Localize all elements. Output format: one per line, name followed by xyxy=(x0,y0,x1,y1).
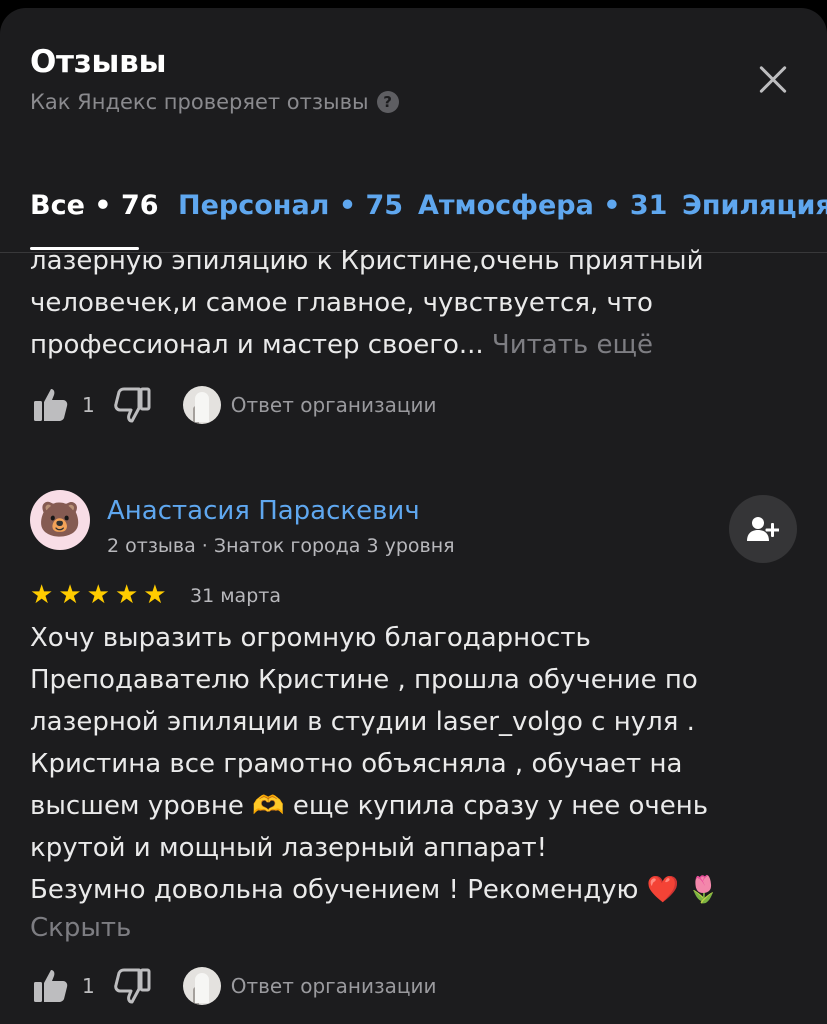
star-icon: ★ xyxy=(114,580,139,610)
org-reply-button[interactable]: Ответ организации xyxy=(182,967,437,1005)
review-check-label: Как Яндекс проверяет отзывы xyxy=(30,90,369,114)
review-check-link[interactable]: Как Яндекс проверяет отзывы ? xyxy=(30,90,399,114)
author-meta: 2 отзыва · Знаток города 3 уровня xyxy=(107,535,455,557)
page-title: Отзывы xyxy=(30,44,167,80)
text-line: крутой и мощный лазерный аппарат! xyxy=(30,833,548,863)
add-user-icon xyxy=(747,517,779,541)
avatar[interactable]: 🐻 xyxy=(30,490,90,550)
thumbs-up-icon xyxy=(34,970,68,1002)
review-text: Хочу выразить огромную благодарность Пре… xyxy=(30,617,720,911)
org-reply-label: Ответ организации xyxy=(230,974,437,998)
text-line: высшем уровне 🫶 еще купила сразу у нее о… xyxy=(30,791,709,821)
close-icon[interactable] xyxy=(751,58,795,102)
author-name[interactable]: Анастасия Параскевич xyxy=(107,496,420,526)
text-line: лазерную эпиляцию к Кристине,очень прият… xyxy=(30,246,704,276)
text-line: Преподавателю Кристине , прошла обучение… xyxy=(30,665,698,695)
tab-all[interactable]: Все • 76 xyxy=(30,190,159,221)
like-button[interactable]: 1 xyxy=(30,966,95,1006)
text-line: профессионал и мастер своего... Читать е… xyxy=(30,324,703,366)
text-line: лазерной эпиляции в студии laser_volgo с… xyxy=(30,707,695,737)
review-date: 31 марта xyxy=(190,585,281,607)
thumbs-up-icon xyxy=(34,389,68,421)
dislike-button[interactable] xyxy=(113,385,153,425)
star-icon: ★ xyxy=(58,580,82,610)
star-icon: ★ xyxy=(143,580,167,610)
org-avatar xyxy=(182,386,221,424)
tab-atmosphere[interactable]: Атмосфера • 31 xyxy=(418,190,667,221)
bear-emoji-icon: 🐻 xyxy=(38,500,82,540)
follow-user-button[interactable] xyxy=(729,495,797,563)
thumbs-down-icon xyxy=(113,387,151,423)
org-reply-label: Ответ организации xyxy=(230,393,437,417)
reviews-sheet: Отзывы Как Яндекс проверяет отзывы ? Все… xyxy=(0,8,827,1024)
like-count: 1 xyxy=(82,974,95,998)
hide-link[interactable]: Скрыть xyxy=(30,913,131,943)
text-line: Безумно довольна обучением ! Рекомендую … xyxy=(30,875,720,905)
read-more-link[interactable]: Читать ещё xyxy=(492,330,653,360)
dislike-button[interactable] xyxy=(113,966,153,1006)
thumbs-down-icon xyxy=(113,968,151,1004)
like-count: 1 xyxy=(82,393,95,417)
text-line: Хочу выразить огромную благодарность xyxy=(30,623,591,653)
review-actions: 1 Ответ организации xyxy=(30,966,437,1006)
text-line: Кристина все грамотно объясняла , обучае… xyxy=(30,749,683,779)
star-icon: ★ xyxy=(86,580,110,610)
text-line: человечек,и самое главное, чувствуется, … xyxy=(30,288,653,318)
org-reply-button[interactable]: Ответ организации xyxy=(182,386,437,424)
like-button[interactable]: 1 xyxy=(30,385,95,425)
star-icon: ★ xyxy=(30,580,54,610)
org-avatar xyxy=(182,967,221,1005)
rating-stars: ★ ★ ★ ★ ★ xyxy=(30,582,167,608)
tab-staff[interactable]: Персонал • 75 xyxy=(178,190,403,221)
text-line-content: профессионал и мастер своего... xyxy=(30,330,484,360)
prev-review-actions: 1 Ответ организации xyxy=(30,385,437,425)
question-circle-icon[interactable]: ? xyxy=(376,91,399,113)
prev-review-text: лазерную эпиляцию к Кристине,очень прият… xyxy=(30,240,703,366)
tab-epilation[interactable]: Эпиляция xyxy=(682,190,827,221)
